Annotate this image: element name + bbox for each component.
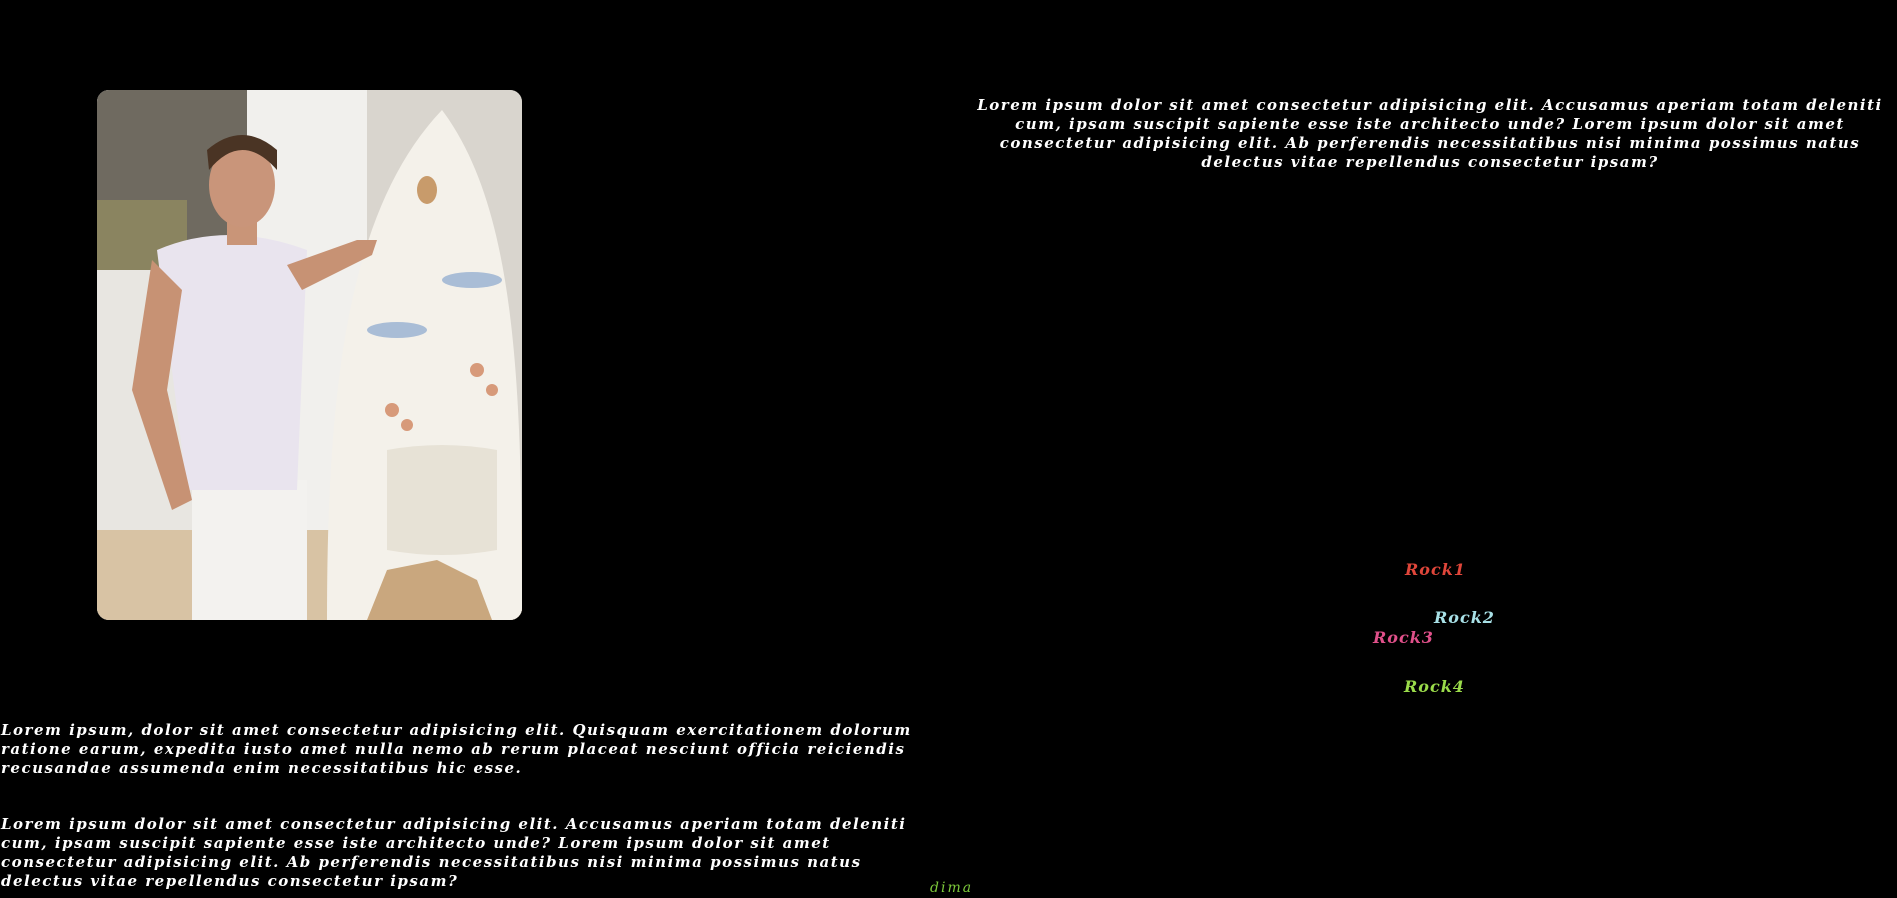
rock1-label: Rock1 (1405, 560, 1466, 579)
footer-signature: dima (930, 880, 974, 896)
rock2-label: Rock2 (1434, 608, 1495, 627)
left-paragraph-2: Lorem ipsum dolor sit amet consectetur a… (1, 815, 907, 890)
rock3-label: Rock3 (1373, 628, 1434, 647)
profile-photo (97, 90, 522, 620)
page: Lorem ipsum dolor sit amet consectetur a… (0, 0, 1897, 898)
man-photo-image (97, 90, 522, 620)
rock4-label: Rock4 (1404, 677, 1465, 696)
top-paragraph: Lorem ipsum dolor sit amet consectetur a… (977, 96, 1883, 171)
left-paragraph-1: Lorem ipsum, dolor sit amet consectetur … (1, 721, 912, 777)
